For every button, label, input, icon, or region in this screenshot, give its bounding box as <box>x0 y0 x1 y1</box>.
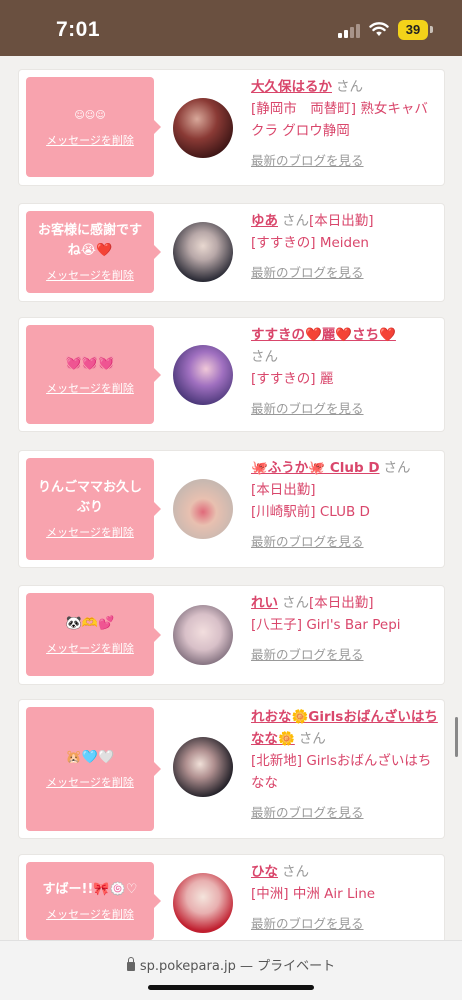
scrollbar[interactable] <box>455 717 458 757</box>
shop-info: [八王子] Girl's Bar Pepi <box>251 617 401 633</box>
message-text: 💓💓💓 <box>65 355 115 371</box>
shop-info: [中洲] 中洲 Air Line <box>251 886 376 902</box>
shop-info: [北新地] Girlsおばんざいはちなな <box>251 753 432 791</box>
delete-message-link[interactable]: メッセージを削除 <box>46 267 134 283</box>
message-text: 🐼🫶💕 <box>65 615 115 631</box>
blog-link[interactable]: 最新のブログを見る <box>251 262 439 281</box>
honorific: さん <box>282 864 309 880</box>
url-text: sp.pokepara.jp <box>139 959 236 974</box>
browser-url-bar[interactable]: sp.pokepara.jp — プライベート <box>0 940 462 1000</box>
honorific: さん <box>282 595 309 611</box>
cast-name-link[interactable]: 🐙ふうか🐙 Club D <box>251 460 380 476</box>
message-bubble: 🐼🫶💕 メッセージを削除 <box>26 593 161 676</box>
message-card: ☺☺☺ メッセージを削除 大久保はるか さん [静岡市 両替町] 熟女キャバクラ … <box>19 70 444 185</box>
message-text: お客様に感謝ですね😭❤️ <box>37 223 142 258</box>
message-bubble: 🐹🩵🤍 メッセージを削除 <box>26 707 161 831</box>
signal-icon <box>338 24 360 38</box>
delete-message-link[interactable]: メッセージを削除 <box>46 380 134 396</box>
message-card: りんごママお久しぶり メッセージを削除 🐙ふうか🐙 Club D さん [本日出勤… <box>19 451 444 567</box>
message-bubble: ☺☺☺ メッセージを削除 <box>26 77 161 177</box>
message-bubble: 💓💓💓 メッセージを削除 <box>26 325 161 424</box>
message-card: 🐹🩵🤍 メッセージを削除 れおな🌼Girlsおばんざいはちなな🌼 さん [北新地]… <box>19 700 444 838</box>
message-card: 💓💓💓 メッセージを削除 すすきの❤️麗❤️さち❤️ さん [すすきの] 麗 最… <box>19 318 444 431</box>
home-indicator <box>148 985 314 990</box>
blog-link[interactable]: 最新のブログを見る <box>251 644 439 663</box>
blog-link[interactable]: 最新のブログを見る <box>251 531 439 550</box>
blog-link[interactable]: 最新のブログを見る <box>251 802 439 821</box>
cast-name-link[interactable]: すすきの❤️麗❤️さち❤️ <box>251 327 396 343</box>
delete-message-link[interactable]: メッセージを削除 <box>46 906 134 922</box>
attendance-badge: [本日出勤] <box>309 213 374 229</box>
delete-message-link[interactable]: メッセージを削除 <box>46 774 134 790</box>
avatar[interactable] <box>173 98 233 158</box>
message-card: すばー!!🎀🍥♡ メッセージを削除 ひな さん [中洲] 中洲 Air Line … <box>19 855 444 940</box>
cast-name-link[interactable]: れい <box>251 595 278 611</box>
honorific: さん <box>383 460 411 476</box>
status-time: 7:01 <box>56 18 101 41</box>
avatar[interactable] <box>173 479 233 539</box>
delete-message-link[interactable]: メッセージを削除 <box>46 524 134 540</box>
blog-link[interactable]: 最新のブログを見る <box>251 398 439 417</box>
cast-name-link[interactable]: れおな🌼Girlsおばんざいはちなな🌼 <box>251 709 438 747</box>
delete-message-link[interactable]: メッセージを削除 <box>46 132 134 148</box>
private-mode-label: — プライベート <box>239 959 336 974</box>
honorific: さん <box>282 213 309 229</box>
shop-info: [静岡市 両替町] 熟女キャバクラ グロウ静岡 <box>251 101 428 139</box>
shop-info: [すすきの] 麗 <box>251 371 334 387</box>
avatar[interactable] <box>173 605 233 665</box>
battery-cap <box>430 26 433 33</box>
message-card: お客様に感謝ですね😭❤️ メッセージを削除 ゆあ さん[本日出勤] [すすきの] … <box>19 204 444 301</box>
message-text: すばー!!🎀🍥♡ <box>42 882 138 897</box>
battery-icon: 39 <box>398 20 428 40</box>
blog-link[interactable]: 最新のブログを見る <box>251 150 439 169</box>
avatar[interactable] <box>173 345 233 405</box>
cast-name-link[interactable]: ゆあ <box>251 213 278 229</box>
honorific: さん <box>251 349 278 365</box>
message-text: りんごママお久しぶり <box>37 480 142 515</box>
message-bubble: お客様に感謝ですね😭❤️ メッセージを削除 <box>26 211 161 293</box>
delete-message-link[interactable]: メッセージを削除 <box>46 640 134 656</box>
wifi-icon <box>369 22 389 36</box>
message-bubble: りんごママお久しぶり メッセージを削除 <box>26 458 161 560</box>
attendance-badge: [本日出勤] <box>251 482 316 498</box>
shop-info: [すすきの] Meiden <box>251 235 369 251</box>
cast-name-link[interactable]: 大久保はるか <box>251 79 332 95</box>
avatar[interactable] <box>173 873 233 933</box>
message-bubble: すばー!!🎀🍥♡ メッセージを削除 <box>26 862 161 940</box>
avatar[interactable] <box>173 222 233 282</box>
honorific: さん <box>298 731 326 747</box>
avatar[interactable] <box>173 737 233 797</box>
message-text: ☺☺☺ <box>74 110 106 121</box>
attendance-badge: [本日出勤] <box>309 595 374 611</box>
blog-link[interactable]: 最新のブログを見る <box>251 913 439 932</box>
message-list: ☺☺☺ メッセージを削除 大久保はるか さん [静岡市 両替町] 熟女キャバクラ … <box>0 56 462 940</box>
shop-info: [川崎駅前] CLUB D <box>251 504 370 520</box>
lock-icon <box>126 957 135 971</box>
cast-name-link[interactable]: ひな <box>251 864 278 880</box>
message-card: 🐼🫶💕 メッセージを削除 れい さん[本日出勤] [八王子] Girl's Bar… <box>19 586 444 684</box>
status-bar: 7:01 39 <box>0 0 462 56</box>
message-text: 🐹🩵🤍 <box>65 750 115 765</box>
honorific: さん <box>336 79 363 95</box>
